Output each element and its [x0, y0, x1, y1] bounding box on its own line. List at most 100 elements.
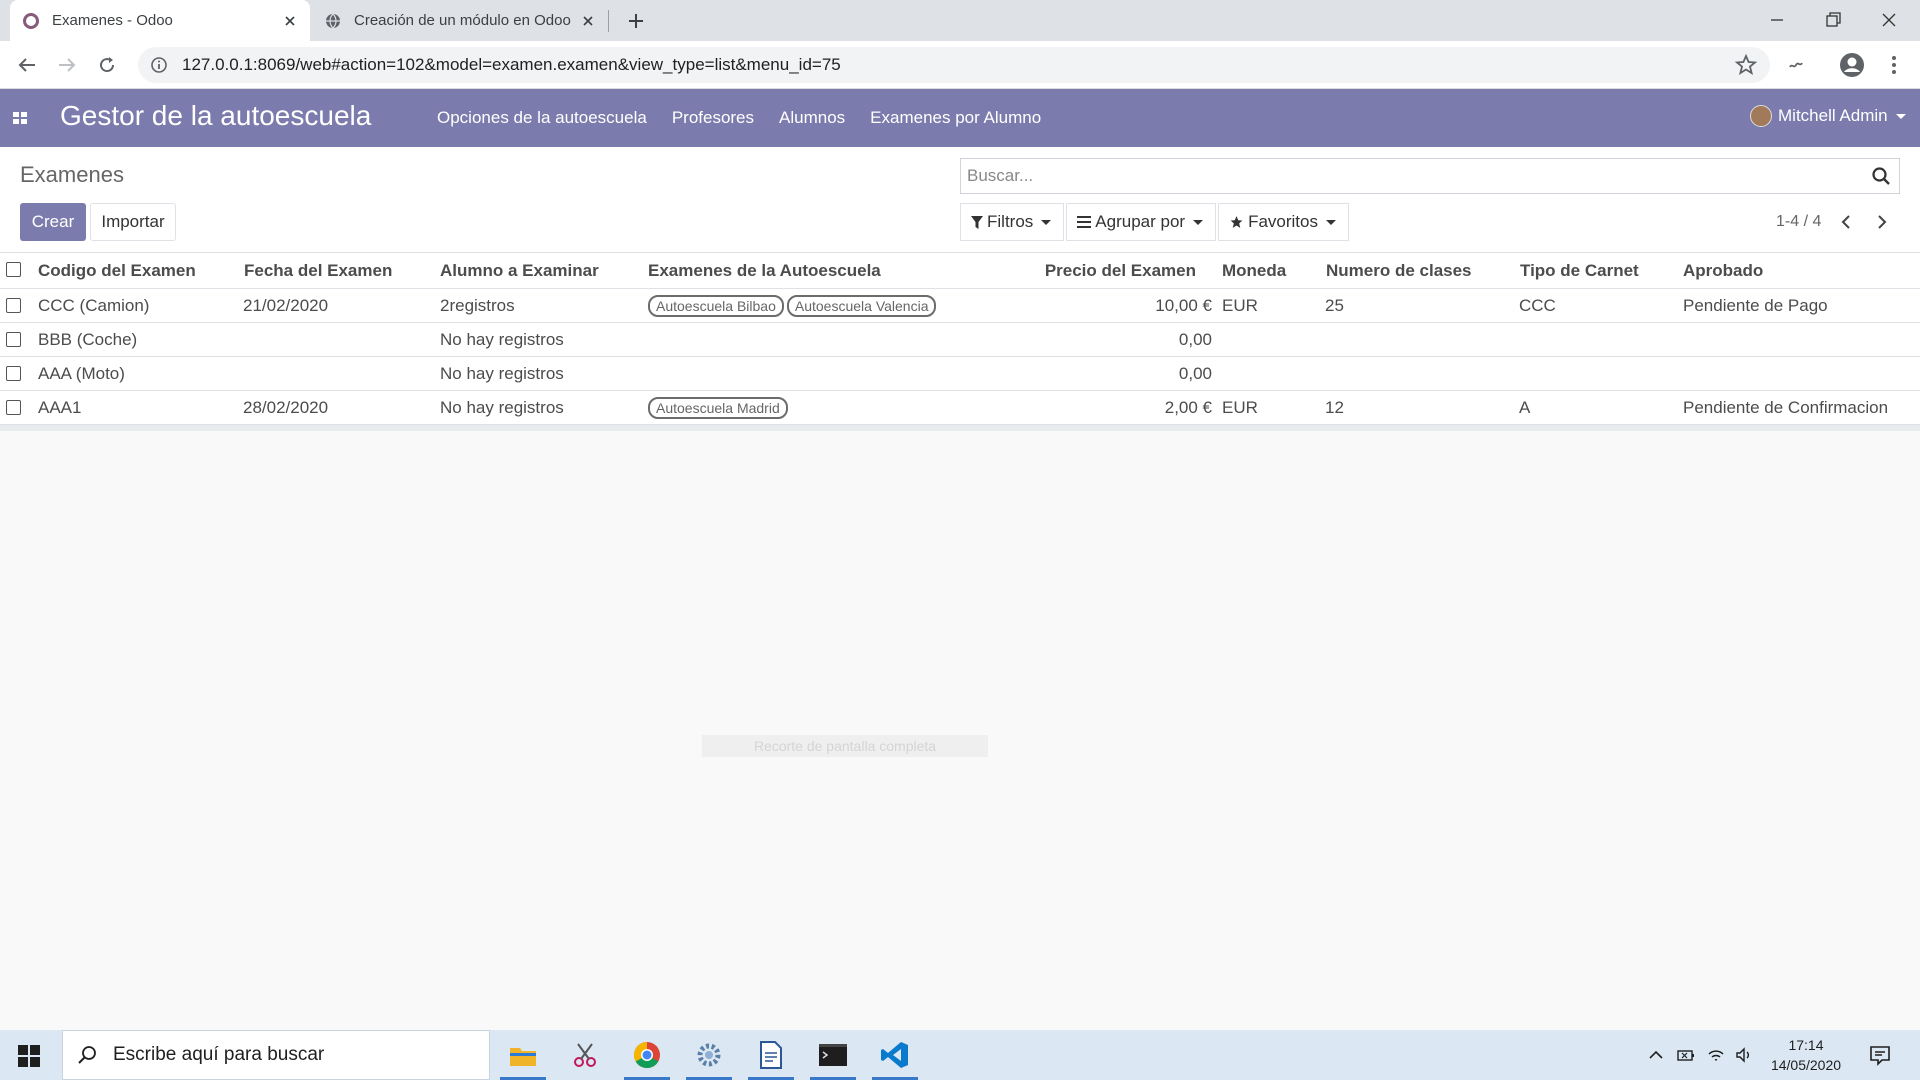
column-header-carnet[interactable]: Tipo de Carnet: [1520, 253, 1639, 288]
wifi-icon[interactable]: [1706, 1045, 1726, 1065]
restore-icon[interactable]: [1820, 8, 1846, 32]
extension-icon[interactable]: [1784, 53, 1808, 77]
column-header-precio[interactable]: Precio del Examen: [1018, 253, 1196, 288]
globe-icon: [326, 13, 340, 28]
user-avatar: [1750, 105, 1772, 127]
new-tab-plus-icon[interactable]: [625, 10, 647, 32]
bars-icon: [1077, 216, 1092, 228]
pager-previous-icon[interactable]: [1838, 213, 1856, 231]
cell-carnet: CCC: [1519, 295, 1556, 315]
column-header-moneda[interactable]: Moneda: [1222, 253, 1286, 288]
table-row[interactable]: CCC (Camion) 21/02/2020 2registros Autoe…: [0, 289, 1920, 323]
menu-alumnos[interactable]: Alumnos: [779, 108, 845, 128]
user-menu[interactable]: Mitchell Admin: [1750, 105, 1906, 127]
tag-badge: Autoescuela Madrid: [648, 396, 788, 419]
row-checkbox[interactable]: [6, 332, 21, 347]
notification-center-icon[interactable]: [1868, 1043, 1892, 1067]
column-header-examenes-autoescuela[interactable]: Examenes de la Autoescuela: [648, 253, 881, 288]
tab-title: Creación de un módulo en Odoo: [354, 12, 571, 29]
taskbar: Escribe aquí para buscar 17:14 14/05/202…: [0, 1030, 1920, 1080]
close-window-icon[interactable]: [1876, 8, 1902, 32]
favorites-dropdown[interactable]: Favoritos: [1218, 203, 1349, 241]
cell-moneda: EUR: [1222, 295, 1258, 315]
odoo-navbar: Gestor de la autoescuela Opciones de la …: [0, 89, 1920, 147]
browser-tab-inactive[interactable]: Creación de un módulo en Odoo: [312, 0, 608, 41]
select-all-checkbox[interactable]: [6, 262, 21, 277]
menu-examenes-por-alumno[interactable]: Examenes por Alumno: [870, 108, 1041, 128]
search-input[interactable]: [967, 166, 1871, 186]
column-header-clases[interactable]: Numero de clases: [1326, 253, 1472, 288]
account-avatar-icon[interactable]: [1838, 51, 1866, 79]
import-button[interactable]: Importar: [90, 203, 176, 241]
address-bar[interactable]: 127.0.0.1:8069/web#action=102&model=exam…: [138, 47, 1770, 83]
browser-toolbar: 127.0.0.1:8069/web#action=102&model=exam…: [0, 41, 1920, 89]
pager-next-icon[interactable]: [1872, 213, 1890, 231]
taskbar-search-input[interactable]: Escribe aquí para buscar: [62, 1030, 490, 1080]
star-icon: [1230, 216, 1243, 228]
table-row[interactable]: BBB (Coche) No hay registros 0,00: [0, 323, 1920, 357]
windows-start-icon[interactable]: [18, 1045, 40, 1067]
column-header-codigo[interactable]: Codigo del Examen: [38, 253, 196, 288]
close-tab-icon[interactable]: [580, 13, 596, 29]
menu-opciones[interactable]: Opciones de la autoescuela: [437, 108, 647, 128]
taskbar-app-snipping[interactable]: [558, 1030, 612, 1080]
column-header-alumno[interactable]: Alumno a Examinar: [440, 253, 599, 288]
groupby-label: Agrupar por: [1095, 212, 1186, 231]
cell-aprobado: Pendiente de Confirmacion: [1683, 397, 1889, 417]
taskbar-app-chrome[interactable]: [620, 1030, 674, 1080]
bookmark-star-icon[interactable]: [1734, 53, 1758, 77]
control-panel: Examenes Crear Importar Filtros Agrupar …: [0, 147, 1920, 253]
pager-value[interactable]: 1-4 / 4: [1776, 213, 1821, 231]
vscode-icon: [881, 1042, 908, 1068]
settings-gear-icon: [697, 1043, 721, 1067]
chevron-down-icon: [1325, 219, 1336, 225]
cell-precio: 0,00: [1178, 329, 1212, 349]
browser-menu-icon[interactable]: [1882, 53, 1906, 77]
chevron-down-icon: [1895, 113, 1906, 119]
taskbar-clock[interactable]: 17:14 14/05/2020: [1764, 1035, 1848, 1075]
taskbar-app-vscode[interactable]: [868, 1030, 922, 1080]
taskbar-app-settings[interactable]: [682, 1030, 736, 1080]
column-header-fecha[interactable]: Fecha del Examen: [244, 253, 392, 288]
forward-arrow-icon[interactable]: [55, 53, 79, 77]
taskbar-search-placeholder: Escribe aquí para buscar: [113, 1044, 325, 1065]
minimize-icon[interactable]: [1764, 8, 1790, 32]
tab-title: Examenes - Odoo: [52, 12, 173, 29]
table-row[interactable]: AAA (Moto) No hay registros 0,00: [0, 357, 1920, 391]
app-brand[interactable]: Gestor de la autoescuela: [60, 100, 371, 132]
search-bar: [960, 158, 1900, 194]
taskbar-app-explorer[interactable]: [496, 1030, 550, 1080]
filters-dropdown[interactable]: Filtros: [960, 203, 1065, 241]
browser-tab-strip: Examenes - Odoo Creación de un módulo en…: [0, 0, 1920, 41]
search-icon[interactable]: [1871, 166, 1891, 186]
clock-date: 14/05/2020: [1770, 1057, 1842, 1073]
taskbar-app-document[interactable]: [744, 1030, 798, 1080]
column-header-aprobado[interactable]: Aprobado: [1683, 253, 1763, 288]
document-icon: [760, 1041, 782, 1069]
volume-icon[interactable]: [1734, 1045, 1754, 1065]
menu-profesores[interactable]: Profesores: [672, 108, 754, 128]
reload-icon[interactable]: [95, 53, 119, 77]
user-name: Mitchell Admin: [1778, 106, 1888, 125]
back-arrow-icon[interactable]: [15, 53, 39, 77]
site-info-icon[interactable]: [150, 56, 168, 74]
list-view: Codigo del Examen Fecha del Examen Alumn…: [0, 253, 1920, 431]
table-row[interactable]: AAA1 28/02/2020 No hay registros Autoesc…: [0, 391, 1920, 425]
row-checkbox[interactable]: [6, 400, 21, 415]
chevron-up-icon[interactable]: [1646, 1045, 1666, 1065]
create-button[interactable]: Crear: [20, 203, 86, 241]
cell-precio: 0,00: [1178, 363, 1212, 383]
cell-fecha: 28/02/2020: [243, 397, 329, 417]
taskbar-app-terminal[interactable]: [806, 1030, 860, 1080]
groupby-dropdown[interactable]: Agrupar por: [1066, 203, 1217, 241]
battery-icon[interactable]: [1676, 1045, 1696, 1065]
favorites-label: Favoritos: [1248, 212, 1318, 231]
cell-moneda: EUR: [1222, 397, 1258, 417]
apps-grid-icon[interactable]: [12, 110, 28, 126]
terminal-icon: [819, 1044, 847, 1066]
cell-aprobado: Pendiente de Pago: [1683, 295, 1828, 315]
row-checkbox[interactable]: [6, 366, 21, 381]
row-checkbox[interactable]: [6, 298, 21, 313]
browser-tab-active[interactable]: Examenes - Odoo: [10, 0, 310, 41]
close-tab-icon[interactable]: [282, 13, 298, 29]
